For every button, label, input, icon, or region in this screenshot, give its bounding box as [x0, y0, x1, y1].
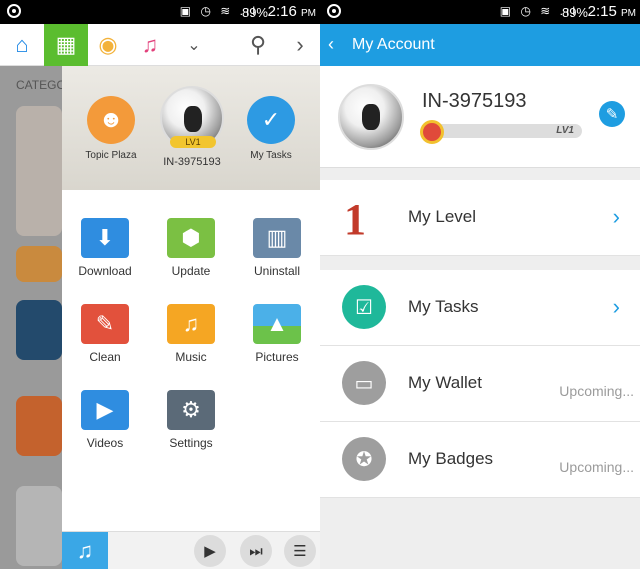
- wallet-status: Upcoming...: [559, 383, 634, 399]
- music-icon: ♫: [167, 304, 215, 344]
- user-profile-button[interactable]: LV1 IN-3975193: [156, 86, 228, 168]
- battery-level: 89%: [241, 5, 268, 20]
- download-label: Download: [78, 264, 132, 278]
- topic-plaza-label: Topic Plaza: [85, 150, 137, 161]
- update-label: Update: [171, 264, 211, 278]
- background-image-tile: [16, 106, 62, 236]
- level-label: LV1: [556, 125, 574, 136]
- clipboard-check-icon: ✓: [247, 96, 295, 144]
- home-icon[interactable]: ⌂: [0, 24, 44, 66]
- clock: 2:15 PM: [587, 3, 636, 20]
- my-badges-row[interactable]: ✪ My Badges Upcoming...: [320, 422, 640, 498]
- playlist-icon[interactable]: ☰: [284, 535, 316, 567]
- my-wallet-row[interactable]: ▭ My Wallet Upcoming...: [320, 346, 640, 422]
- music-app-icon[interactable]: ♫: [62, 532, 108, 569]
- notification-icon: [7, 4, 21, 18]
- my-level-row[interactable]: 1 My Level ›: [320, 180, 640, 256]
- app-toolbar: ⌂ ▦ ◉ ♫ ⌄ ⚲ ›: [0, 24, 320, 66]
- my-tasks-button[interactable]: ✓ My Tasks: [238, 96, 304, 161]
- notification-icon: [327, 4, 341, 18]
- badges-status: Upcoming...: [559, 459, 634, 475]
- left-screen: ▣ ◷ ≋ .ıl 89% 2:16 PM ⌂ ▦ ◉ ♫ ⌄ ⚲ › CATE…: [0, 0, 320, 569]
- level-badge: LV1: [170, 136, 216, 148]
- back-arrow-icon[interactable]: ‹: [328, 34, 334, 55]
- background-app-icon: [16, 300, 62, 360]
- apps-grid-icon[interactable]: ▦: [44, 24, 88, 66]
- page-title: My Account: [352, 36, 435, 53]
- account-header: ‹ My Account: [320, 24, 640, 66]
- menu-profile-header: ☻ Topic Plaza LV1 IN-3975193 ✓ My Tasks: [62, 66, 320, 190]
- quick-menu-panel: ☻ Topic Plaza LV1 IN-3975193 ✓ My Tasks …: [62, 66, 320, 569]
- videos-button[interactable]: ▶ Videos: [70, 390, 140, 450]
- chevron-down-icon[interactable]: ⌄: [172, 24, 216, 66]
- my-badges-label: My Badges: [408, 449, 494, 468]
- music-button[interactable]: ♫ Music: [156, 304, 226, 364]
- my-tasks-label: My Tasks: [250, 150, 292, 161]
- pictures-button[interactable]: ▲ Pictures: [242, 304, 312, 364]
- play-icon[interactable]: ▶: [194, 535, 226, 567]
- videos-label: Videos: [86, 436, 124, 450]
- music-label: Music: [175, 350, 207, 364]
- edit-pencil-icon[interactable]: ✎: [599, 101, 625, 127]
- username: IN-3975193: [163, 156, 221, 168]
- topic-plaza-button[interactable]: ☻ Topic Plaza: [78, 96, 144, 161]
- broom-icon: ✎: [81, 304, 129, 344]
- chevron-right-icon: ›: [612, 204, 620, 229]
- background-app-list: CATEGO: [0, 66, 66, 569]
- my-tasks-row[interactable]: ☑ My Tasks ›: [320, 270, 640, 346]
- clean-button[interactable]: ✎ Clean: [70, 304, 140, 364]
- background-app-icon: [16, 486, 62, 566]
- my-wallet-label: My Wallet: [408, 373, 482, 392]
- my-tasks-label: My Tasks: [408, 297, 479, 316]
- trash-icon: ▥: [253, 218, 301, 258]
- username: IN-3975193: [422, 90, 527, 112]
- battery-level: 89%: [561, 5, 588, 20]
- uninstall-button[interactable]: ▥ Uninstall: [242, 218, 312, 278]
- clean-label: Clean: [89, 350, 121, 364]
- avatar: LV1: [160, 86, 224, 150]
- chevron-right-icon: ›: [612, 294, 620, 319]
- background-banner-tile: [16, 246, 62, 282]
- gear-icon: ⚙: [167, 390, 215, 430]
- game-controller-icon[interactable]: ◉: [86, 24, 130, 66]
- wallet-icon: ▭: [342, 361, 386, 405]
- status-bar: ▣ ◷ ≋ .ıl 89% 2:16 PM: [0, 0, 320, 24]
- settings-label: Settings: [169, 436, 213, 450]
- search-icon[interactable]: ⚲: [236, 24, 280, 66]
- clock: 2:16 PM: [267, 3, 316, 20]
- level-number: 1: [344, 195, 366, 244]
- uninstall-label: Uninstall: [253, 264, 301, 278]
- badge-ribbon-icon: ✪: [342, 437, 386, 481]
- people-icon: ☻: [87, 96, 135, 144]
- picture-icon: ▲: [253, 304, 301, 344]
- my-level-label: My Level: [408, 207, 477, 226]
- chevron-right-icon[interactable]: ›: [278, 24, 320, 66]
- pictures-label: Pictures: [255, 350, 299, 364]
- update-button[interactable]: ⬢ Update: [156, 218, 226, 278]
- right-screen: ▣ ◷ ≋ .ıl 89% 2:15 PM ‹ My Account IN-39…: [320, 0, 640, 569]
- video-icon: ▶: [81, 390, 129, 430]
- level-progress-bar: LV1: [422, 124, 582, 138]
- settings-button[interactable]: ⚙ Settings: [156, 390, 226, 450]
- medal-icon: [420, 120, 444, 144]
- update-icon: ⬢: [167, 218, 215, 258]
- background-category-label: CATEGO: [16, 78, 66, 92]
- status-bar: ▣ ◷ ≋ .ıl 89% 2:15 PM: [320, 0, 640, 24]
- background-app-icon: [16, 396, 62, 456]
- skip-next-icon[interactable]: ⏭: [240, 535, 272, 567]
- download-icon: ⬇: [81, 218, 129, 258]
- avatar[interactable]: [338, 84, 404, 150]
- music-note-icon[interactable]: ♫: [128, 24, 172, 66]
- music-player-bar: ♫ ▶ ⏭ ☰: [62, 531, 320, 569]
- download-button[interactable]: ⬇ Download: [70, 218, 140, 278]
- task-check-icon: ☑: [342, 285, 386, 329]
- account-profile-card: IN-3975193 LV1: [320, 66, 640, 168]
